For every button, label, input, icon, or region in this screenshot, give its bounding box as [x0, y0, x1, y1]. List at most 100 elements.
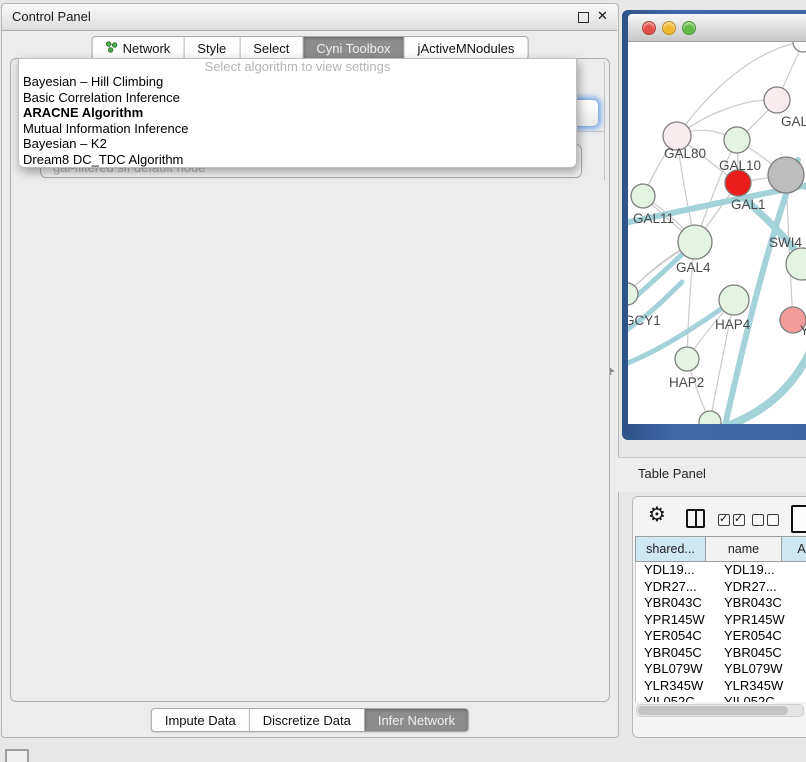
table-cell: 9.	[800, 612, 806, 629]
unchecked-checkbox-icon[interactable]	[752, 514, 764, 526]
tab-label: Select	[253, 41, 289, 56]
table-row[interactable]: YBR045CYBR045C9.	[636, 645, 806, 662]
table-row[interactable]: YDR27...YDR27...12	[636, 579, 806, 596]
network-node[interactable]	[768, 157, 804, 193]
tab-jactivemnodules[interactable]: jActiveMNodules	[404, 37, 528, 59]
tab-label: Impute Data	[165, 713, 236, 728]
node-label-gal10: GAL10	[719, 158, 761, 173]
table-horizontal-scrollbar-thumb[interactable]	[638, 706, 788, 715]
network-icon	[106, 41, 118, 56]
dropdown-item-dream8-dc-tdc-algorithm[interactable]: Dream8 DC_TDC Algorithm	[19, 152, 576, 168]
unchecked-checkbox-icon[interactable]	[767, 514, 779, 526]
table-cell: YPR145W	[636, 612, 714, 629]
table-cell: YDR27...	[636, 579, 714, 596]
tab-network[interactable]: Network	[93, 37, 184, 59]
network-node-gal[interactable]	[764, 87, 790, 113]
tab-infer-network[interactable]: Infer Network	[364, 709, 468, 731]
table-row[interactable]: YPR145WYPR145W9.	[636, 612, 806, 629]
column-header-name[interactable]: name	[706, 537, 782, 561]
dropdown-item-bayesian-hill-climbing[interactable]: Bayesian – Hill Climbing	[19, 74, 576, 90]
dropdown-item-aracne-algorithm[interactable]: ARACNE Algorithm	[19, 105, 576, 121]
tab-label: Discretize Data	[263, 713, 351, 728]
checked-checkbox-icon[interactable]	[733, 514, 745, 526]
tab-label: jActiveMNodules	[418, 41, 515, 56]
table-cell: 9.	[800, 678, 806, 695]
table-cell	[800, 661, 806, 678]
table-cell: YPR145W	[714, 612, 800, 629]
dropdown-item-bayesian-k2[interactable]: Bayesian – K2	[19, 136, 576, 152]
dropdown-item-basic-correlation-inference[interactable]: Basic Correlation Inference	[19, 90, 576, 106]
table-cell: YBR045C	[714, 645, 800, 662]
table-row[interactable]: YLR345WYLR345W9.	[636, 678, 806, 695]
algorithm-combobox-fragment[interactable]	[576, 99, 599, 127]
table-cell: 13	[800, 562, 806, 579]
table-cell: YLR345W	[636, 678, 714, 695]
tab-select[interactable]: Select	[239, 37, 302, 59]
control-panel-tab-bar: Network Style Select Cyni Toolbox jActiveMNo…	[92, 36, 529, 60]
checked-checkbox-icon[interactable]	[718, 514, 730, 526]
node-label-gal80: GAL80	[664, 146, 706, 161]
table-cell: YDL19...	[636, 562, 714, 579]
network-node[interactable]	[699, 411, 721, 424]
document-icon[interactable]	[791, 505, 806, 533]
application-window: Control Panel ✕ Network Style Select Cyni T…	[0, 0, 806, 762]
tab-discretize-data[interactable]: Discretize Data	[249, 709, 364, 731]
dropdown-prompt: Select algorithm to view settings	[19, 59, 576, 74]
column-header-a[interactable]: A	[782, 537, 806, 561]
table-cell: YLR345W	[714, 678, 800, 695]
network-node-gal4[interactable]	[678, 225, 712, 259]
table-row[interactable]: YBL079WYBL079W	[636, 661, 806, 678]
panel-border-fragment	[578, 131, 604, 132]
cyni-mode-tab-bar: Impute Data Discretize Data Infer Network	[151, 708, 469, 732]
table-cell	[800, 595, 806, 612]
node-label-y: Y	[800, 323, 806, 338]
table-cell: 9.	[800, 645, 806, 662]
table-row[interactable]: YBR043CYBR043C	[636, 595, 806, 612]
table-cell: YIL052C	[636, 694, 714, 702]
close-traffic-light[interactable]	[642, 21, 656, 35]
network-canvas[interactable]: GALGAL80GAL10GAL1GAL11SWI4GAL4GCY1HAP4YH…	[628, 42, 806, 424]
panel-border-fragment	[604, 62, 605, 180]
control-panel-title: Control Panel	[12, 9, 91, 24]
table-body: YDL19...YDL19...13YDR27...YDR27...12YBR0…	[635, 562, 806, 702]
table-row[interactable]: YIL052CYIL052C0.	[636, 694, 806, 702]
table-row[interactable]: YER054CYER054C8.	[636, 628, 806, 645]
dropdown-item-mutual-information-inference[interactable]: Mutual Information Inference	[19, 121, 576, 137]
restore-icon[interactable]	[578, 12, 589, 23]
network-node[interactable]	[793, 42, 806, 52]
network-node-gal10[interactable]	[724, 127, 750, 153]
network-node-hap4[interactable]	[719, 285, 749, 315]
minimized-panel-icon[interactable]	[5, 749, 29, 762]
network-node-gal11[interactable]	[631, 184, 655, 208]
tab-cyni-toolbox[interactable]: Cyni Toolbox	[302, 37, 403, 59]
network-window-titlebar[interactable]	[628, 14, 806, 42]
network-node-hap2[interactable]	[675, 347, 699, 371]
column-header-shared[interactable]: shared...	[636, 537, 706, 561]
table-cell: YBR045C	[636, 645, 714, 662]
tab-style[interactable]: Style	[183, 37, 239, 59]
table-cell: YBL079W	[636, 661, 714, 678]
minimize-traffic-light[interactable]	[662, 21, 676, 35]
node-label-hap4: HAP4	[715, 317, 751, 332]
table-cell: YDL19...	[714, 562, 800, 579]
zoom-traffic-light[interactable]	[682, 21, 696, 35]
table-cell: YER054C	[714, 628, 800, 645]
table-cell: YBL079W	[714, 661, 800, 678]
network-node-gcy1[interactable]	[628, 283, 638, 305]
tab-label: Network	[123, 41, 171, 56]
tab-impute-data[interactable]: Impute Data	[152, 709, 249, 731]
network-node-gal1[interactable]	[725, 170, 751, 196]
control-panel-titlebar	[2, 4, 617, 31]
node-label-gal4: GAL4	[676, 260, 711, 275]
node-label-gal11: GAL11	[633, 211, 674, 226]
table-row[interactable]: YDL19...YDL19...13	[636, 562, 806, 579]
split-columns-icon[interactable]	[686, 509, 705, 528]
close-icon[interactable]: ✕	[597, 8, 608, 24]
tab-label: Style	[197, 41, 226, 56]
gear-icon[interactable]: ⚙	[648, 505, 666, 525]
table-cell: 12	[800, 579, 806, 596]
table-cell: 0.	[800, 694, 806, 702]
algorithm-dropdown-popup: Select algorithm to view settingsBayesia…	[18, 58, 577, 168]
node-label-swi4: SWI4	[769, 235, 802, 250]
table-cell: YER054C	[636, 628, 714, 645]
